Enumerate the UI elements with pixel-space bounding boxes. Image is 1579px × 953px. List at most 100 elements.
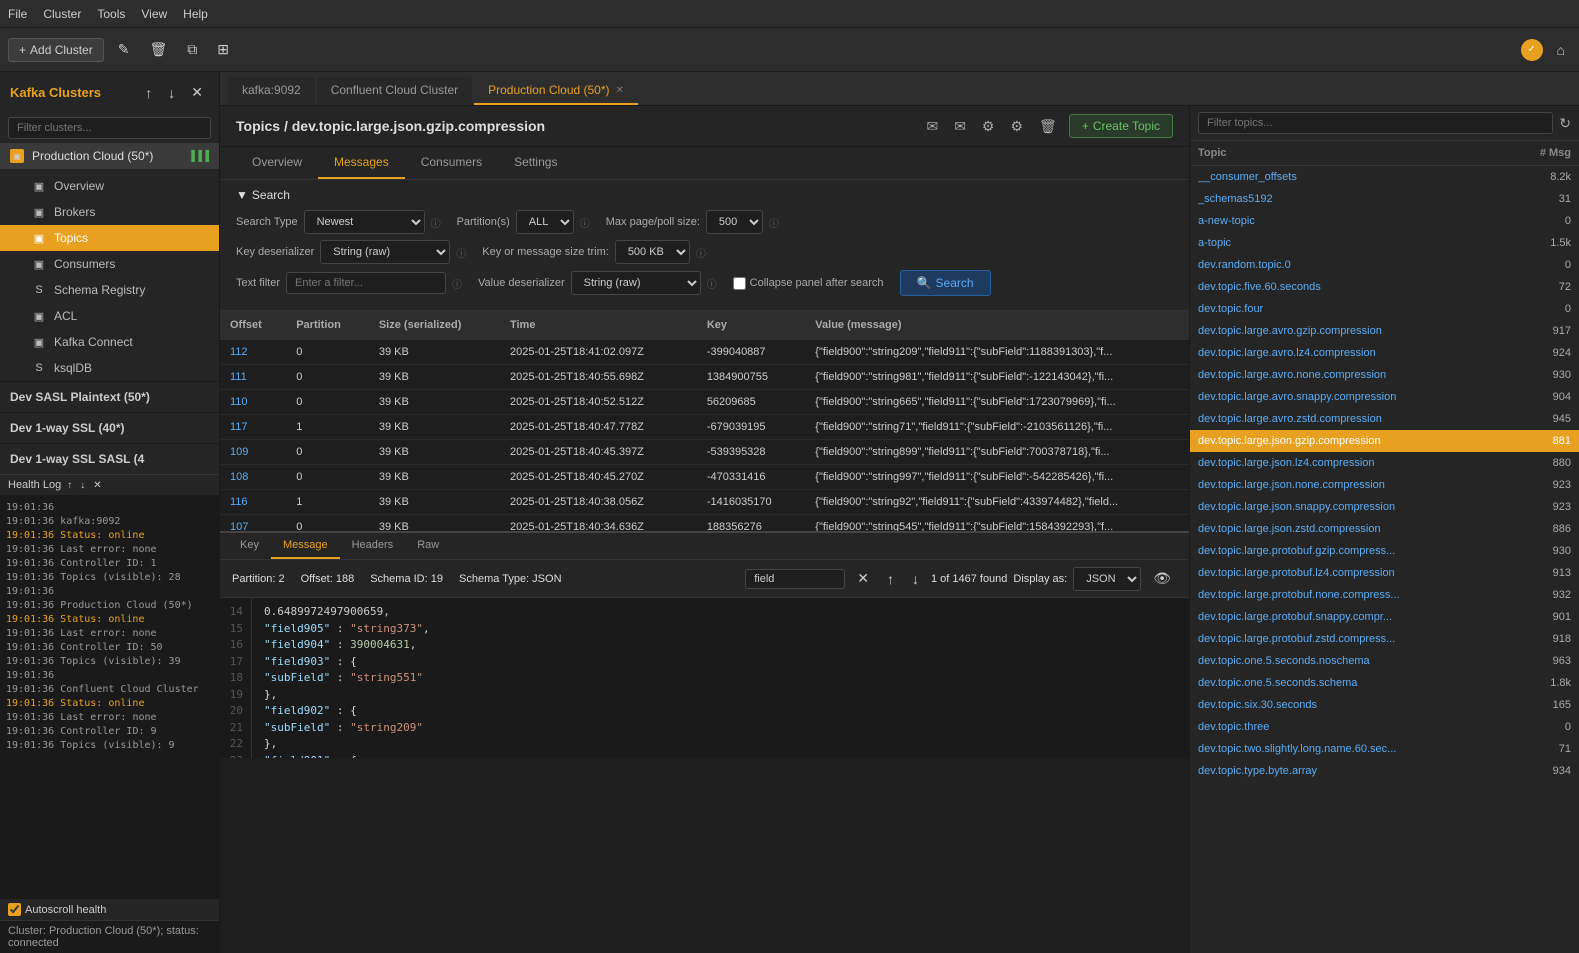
topic-list-item[interactable]: dev.topic.large.json.zstd.compression 88…	[1190, 518, 1579, 540]
tab-confluent-cloud[interactable]: Confluent Cloud Cluster	[317, 77, 472, 105]
topic-list-item[interactable]: dev.topic.two.slightly.long.name.60.sec.…	[1190, 738, 1579, 760]
sidebar-item-brokers[interactable]: ▣ Brokers	[0, 199, 219, 225]
sidebar-item-overview[interactable]: ▣ Overview	[0, 173, 219, 199]
collapse-panel-label[interactable]: Collapse panel after search	[733, 277, 884, 290]
table-row[interactable]: 117 1 39 KB 2025-01-25T18:40:47.778Z -67…	[220, 415, 1189, 440]
topic-list-item[interactable]: dev.topic.five.60.seconds 72	[1190, 276, 1579, 298]
menu-file[interactable]: File	[8, 7, 27, 21]
schema-icon2[interactable]: ⚙	[1006, 116, 1027, 137]
value-deserializer-select[interactable]: String (raw)	[571, 271, 701, 295]
topic-list-item[interactable]: dev.topic.large.json.gzip.compression 88…	[1190, 430, 1579, 452]
topic-list-item[interactable]: dev.topic.large.json.snappy.compression …	[1190, 496, 1579, 518]
sidebar-item-consumers[interactable]: ▣ Consumers	[0, 251, 219, 277]
menu-help[interactable]: Help	[183, 7, 208, 21]
topic-list-item[interactable]: dev.topic.large.protobuf.none.compress..…	[1190, 584, 1579, 606]
key-trim-select[interactable]: 500 KB	[615, 240, 690, 264]
expand-icon[interactable]: ↑	[139, 80, 158, 105]
tab-settings[interactable]: Settings	[498, 147, 573, 179]
next-result-icon[interactable]: ↓	[906, 567, 925, 591]
topic-list-item[interactable]: dev.topic.type.byte.array 934	[1190, 760, 1579, 782]
key-deserializer-select[interactable]: String (raw)	[320, 240, 450, 264]
topic-list-item[interactable]: dev.topic.large.json.none.compression 92…	[1190, 474, 1579, 496]
tab-consumers[interactable]: Consumers	[405, 147, 498, 179]
topic-list-item[interactable]: dev.topic.large.protobuf.gzip.compress..…	[1190, 540, 1579, 562]
detail-tab-headers[interactable]: Headers	[340, 533, 406, 559]
create-topic-button[interactable]: + Create Topic	[1069, 114, 1173, 138]
detail-tab-key[interactable]: Key	[228, 533, 271, 559]
trash-icon[interactable]: 🗑	[1035, 116, 1061, 137]
health-log-up[interactable]: ↑	[65, 480, 74, 491]
refresh-icon[interactable]: ↻	[1559, 115, 1571, 132]
add-cluster-button[interactable]: + Add Cluster	[8, 38, 104, 62]
tab-messages[interactable]: Messages	[318, 147, 405, 179]
search-button[interactable]: 🔍 Search	[900, 270, 991, 296]
topic-list-item[interactable]: dev.topic.large.json.lz4.compression 880	[1190, 452, 1579, 474]
topic-list-item[interactable]: dev.topic.large.protobuf.zstd.compress..…	[1190, 628, 1579, 650]
table-row[interactable]: 116 1 39 KB 2025-01-25T18:40:38.056Z -14…	[220, 490, 1189, 515]
topic-list-item[interactable]: dev.topic.three 0	[1190, 716, 1579, 738]
topic-filter-input[interactable]	[1198, 112, 1553, 134]
topic-list-item[interactable]: a-new-topic 0	[1190, 210, 1579, 232]
topic-list-item[interactable]: dev.topic.large.protobuf.snappy.compr...…	[1190, 606, 1579, 628]
topic-list-item[interactable]: dev.topic.four 0	[1190, 298, 1579, 320]
autoscroll-checkbox[interactable]	[8, 903, 21, 916]
table-row[interactable]: 107 0 39 KB 2025-01-25T18:40:34.636Z 188…	[220, 515, 1189, 532]
topic-list-item[interactable]: dev.topic.large.avro.zstd.compression 94…	[1190, 408, 1579, 430]
detail-search-input[interactable]	[745, 569, 845, 589]
topic-list-item[interactable]: dev.topic.one.5.seconds.noschema 963	[1190, 650, 1579, 672]
home-icon[interactable]: ⌂	[1551, 38, 1571, 62]
table-row[interactable]: 111 0 39 KB 2025-01-25T18:40:55.698Z 138…	[220, 365, 1189, 390]
settings-icon[interactable]: ⚙	[978, 116, 999, 137]
sidebar-item-ksqldb[interactable]: S ksqlDB	[0, 355, 219, 381]
sidebar-item-schema-registry[interactable]: S Schema Registry	[0, 277, 219, 303]
display-as-select[interactable]: JSON RAW	[1073, 567, 1141, 591]
max-page-select[interactable]: 500	[706, 210, 763, 234]
tab-overview[interactable]: Overview	[236, 147, 318, 179]
dev-ssl-sasl-cluster-header[interactable]: Dev 1-way SSL SASL (4	[0, 443, 219, 474]
cluster-filter-input[interactable]	[8, 117, 211, 139]
table-row[interactable]: 110 0 39 KB 2025-01-25T18:40:52.512Z 562…	[220, 390, 1189, 415]
prev-result-icon[interactable]: ↑	[881, 567, 900, 591]
cluster-production-cloud[interactable]: ▣ Production Cloud (50*) ▐▐▐	[0, 143, 219, 169]
health-log-down[interactable]: ↓	[78, 480, 87, 491]
table-row[interactable]: 108 0 39 KB 2025-01-25T18:40:45.270Z -47…	[220, 465, 1189, 490]
clear-search-icon[interactable]: ✕	[851, 566, 875, 591]
topic-list-item[interactable]: dev.topic.six.30.seconds 165	[1190, 694, 1579, 716]
topic-list-item[interactable]: __consumer_offsets 8.2k	[1190, 166, 1579, 188]
dev-sasl-cluster-header[interactable]: Dev SASL Plaintext (50*)	[0, 381, 219, 412]
menu-cluster[interactable]: Cluster	[43, 7, 81, 21]
dev-ssl-cluster-header[interactable]: Dev 1-way SSL (40*)	[0, 412, 219, 443]
tab-close-icon[interactable]: ✕	[616, 85, 624, 96]
edit-icon[interactable]: ✎	[112, 37, 136, 62]
topic-list-item[interactable]: a-topic 1.5k	[1190, 232, 1579, 254]
topic-list-item[interactable]: dev.topic.large.avro.none.compression 93…	[1190, 364, 1579, 386]
sidebar-item-kafka-connect[interactable]: ▣ Kafka Connect	[0, 329, 219, 355]
detail-tab-raw[interactable]: Raw	[405, 533, 451, 559]
collapse-icon[interactable]: ↓	[162, 80, 181, 105]
tab-kafka9092[interactable]: kafka:9092	[228, 77, 315, 105]
tab-production-cloud[interactable]: Production Cloud (50*) ✕	[474, 77, 638, 105]
topic-list-item[interactable]: dev.topic.one.5.seconds.schema 1.8k	[1190, 672, 1579, 694]
menu-view[interactable]: View	[141, 7, 167, 21]
menu-tools[interactable]: Tools	[97, 7, 125, 21]
partitions-select[interactable]: ALL	[516, 210, 574, 234]
topic-list-item[interactable]: dev.random.topic.0 0	[1190, 254, 1579, 276]
topic-list-item[interactable]: dev.topic.large.avro.gzip.compression 91…	[1190, 320, 1579, 342]
delete-icon[interactable]: 🗑	[143, 37, 173, 62]
health-log-close[interactable]: ✕	[91, 480, 103, 491]
close-sidebar-icon[interactable]: ✕	[185, 80, 209, 105]
copy-icon[interactable]: ⧉	[181, 37, 203, 62]
email2-icon[interactable]: ✉	[950, 116, 970, 137]
eye-icon[interactable]: 👁	[1147, 566, 1177, 591]
text-filter-input[interactable]	[286, 272, 446, 294]
sidebar-item-acl[interactable]: ▣ ACL	[0, 303, 219, 329]
topic-list-item[interactable]: dev.topic.large.protobuf.lz4.compression…	[1190, 562, 1579, 584]
detail-tab-message[interactable]: Message	[271, 533, 340, 559]
move-icon[interactable]: ⊞	[211, 37, 235, 62]
topic-list-item[interactable]: _schemas5192 31	[1190, 188, 1579, 210]
collapse-panel-checkbox[interactable]	[733, 277, 746, 290]
topic-list-item[interactable]: dev.topic.large.avro.snappy.compression …	[1190, 386, 1579, 408]
table-row[interactable]: 112 0 39 KB 2025-01-25T18:41:02.097Z -39…	[220, 340, 1189, 365]
table-row[interactable]: 109 0 39 KB 2025-01-25T18:40:45.397Z -53…	[220, 440, 1189, 465]
sidebar-item-topics[interactable]: ▣ Topics	[0, 225, 219, 251]
